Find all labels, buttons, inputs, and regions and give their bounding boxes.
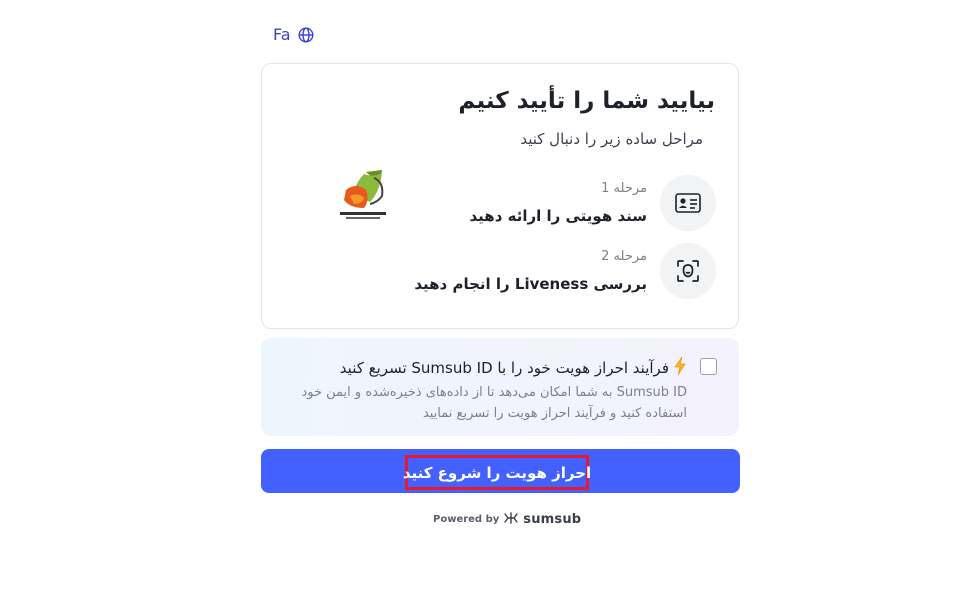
page-title: بیایید شما را تأیید کنیم — [458, 88, 715, 114]
page-subtitle: مراحل ساده زیر را دنبال کنید — [520, 130, 703, 148]
lightning-icon — [673, 356, 687, 380]
language-selector[interactable]: Fa — [273, 25, 314, 44]
start-verification-label: احراز هویت را شروع کنید — [403, 455, 591, 490]
sumsub-id-title: فرآیند احراز هویت خود را با Sumsub ID تس… — [340, 356, 687, 380]
powered-by-label: Powered by — [433, 514, 500, 525]
step-1-text: سند هویتی را ارائه دهید — [469, 207, 647, 225]
start-verification-button[interactable]: احراز هویت را شروع کنید — [261, 449, 740, 493]
verification-card: بیایید شما را تأیید کنیم مراحل ساده زیر … — [261, 63, 739, 329]
company-logo — [336, 168, 390, 224]
sumsub-logo-icon — [503, 512, 519, 527]
sumsub-id-checkbox[interactable] — [700, 358, 717, 375]
sumsub-brand: sumsub — [523, 512, 582, 527]
globe-icon — [298, 26, 314, 43]
sumsub-id-description: Sumsub ID به شما امکان می‌دهد تا از داده… — [301, 385, 687, 421]
powered-by: Powered by sumsub — [433, 512, 581, 527]
step-2-label: مرحله 2 — [601, 249, 647, 264]
id-card-icon — [660, 175, 716, 231]
step-2-text: بررسی Liveness را انجام دهید — [414, 275, 647, 293]
language-label: Fa — [273, 25, 291, 44]
sumsub-id-title-text: فرآیند احراز هویت خود را با Sumsub ID تس… — [339, 359, 669, 377]
step-1-label: مرحله 1 — [601, 181, 647, 196]
face-scan-icon — [660, 243, 716, 299]
sumsub-id-option: فرآیند احراز هویت خود را با Sumsub ID تس… — [261, 338, 739, 436]
